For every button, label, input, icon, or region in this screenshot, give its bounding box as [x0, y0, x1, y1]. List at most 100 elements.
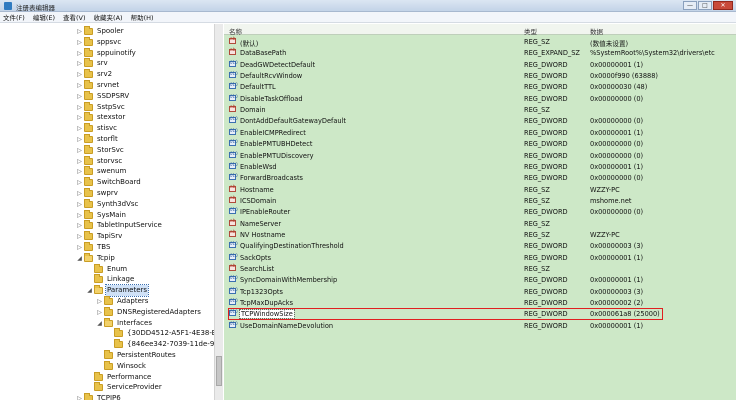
tree-node[interactable]: ▷ TapiSrv — [76, 231, 123, 242]
tree-node[interactable]: PersistentRoutes — [96, 350, 177, 361]
registry-value-row[interactable]: NV Hostname REG_SZ WZZY-PC — [224, 229, 736, 240]
registry-value-row[interactable]: DataBasePath REG_EXPAND_SZ %SystemRoot%\Sy… — [224, 47, 736, 58]
menu-view[interactable]: 查看(V) — [63, 12, 86, 22]
tree-node[interactable]: {846ee342-7039-11de-9d2f — [106, 339, 217, 350]
registry-value-row[interactable]: UseDomainNameDevolution REG_DWORD 0x000000… — [224, 320, 736, 331]
tree-node[interactable]: ◢ Parameters — [86, 284, 150, 298]
tree-node[interactable]: ▷ Synth3dVsc — [76, 198, 139, 210]
expand-arrow-icon[interactable]: ▷ — [76, 134, 83, 145]
registry-value-row[interactable]: Domain REG_SZ — [224, 104, 736, 115]
expand-arrow-icon[interactable]: ▷ — [76, 156, 83, 167]
registry-value-row[interactable]: ForwardBroadcasts REG_DWORD 0x00000000 (0) — [224, 172, 736, 183]
tree-node[interactable]: ▷ storvsc — [76, 155, 123, 167]
registry-value-row[interactable]: EnablePMTUBHDetect REG_DWORD 0x00000000 (0… — [224, 138, 736, 149]
expand-arrow-icon[interactable]: ▷ — [76, 102, 83, 113]
tree-scrollbar-thumb[interactable] — [216, 356, 222, 386]
expand-arrow-icon[interactable]: ▷ — [76, 220, 83, 231]
expand-arrow-icon[interactable]: ▷ — [76, 123, 83, 134]
tree-node[interactable]: ServiceProvider — [86, 382, 163, 393]
tree-node[interactable]: ▷ StorSvc — [76, 144, 125, 156]
tree-node[interactable]: ▷ sppsvc — [76, 36, 122, 48]
registry-value-row[interactable]: SyncDomainWithMembership REG_DWORD 0x00000… — [224, 274, 736, 285]
expand-arrow-icon[interactable]: ▷ — [76, 242, 83, 253]
registry-value-row[interactable]: DeadGWDetectDefault REG_DWORD 0x00000001 (… — [224, 59, 736, 70]
expand-arrow-icon[interactable]: ▷ — [76, 69, 83, 80]
tree-vertical-scrollbar[interactable] — [214, 24, 223, 400]
expand-arrow-icon[interactable]: ▷ — [76, 231, 83, 242]
registry-value-row[interactable]: (默认)REG_SZ(数值未设置) — [224, 36, 736, 48]
tree-node[interactable]: Linkage — [86, 274, 135, 285]
tree-node[interactable]: ▷ srvnet — [76, 80, 120, 91]
registry-value-row[interactable]: EnablePMTUDiscovery REG_DWORD 0x00000000 (… — [224, 150, 736, 161]
expand-arrow-icon[interactable]: ▷ — [96, 307, 103, 318]
expand-arrow-icon[interactable]: ▷ — [76, 210, 83, 221]
menu-file[interactable]: 文件(F) — [3, 12, 25, 22]
registry-value-row[interactable]: ICSDomain REG_SZ mshome.net — [224, 195, 736, 206]
tree-node[interactable]: ▷ SysMain — [76, 209, 127, 221]
collapse-arrow-icon[interactable]: ◢ — [86, 285, 93, 296]
registry-value-row[interactable]: Hostname REG_SZ WZZY-PC — [224, 184, 736, 195]
tree-node[interactable]: ▷ srv2 — [76, 69, 113, 80]
expand-arrow-icon[interactable]: ▷ — [76, 166, 83, 177]
expand-arrow-icon[interactable]: ▷ — [76, 112, 83, 123]
column-header-name[interactable]: 名称 — [229, 26, 242, 36]
tree-node[interactable]: ▷ stisvc — [76, 123, 118, 134]
tree-node[interactable]: ▷ Spooler — [76, 26, 125, 37]
registry-value-row[interactable]: TcpMaxDupAcks REG_DWORD 0x00000002 (2) — [224, 297, 736, 308]
tree-node[interactable]: ▷ SwitchBoard — [76, 177, 142, 188]
tree-node[interactable]: ▷ srv — [76, 58, 109, 69]
tree-node[interactable]: ▷ swprv — [76, 188, 119, 199]
close-button[interactable]: ✕ — [713, 1, 733, 10]
registry-value-row[interactable]: DisableTaskOffload REG_DWORD 0x00000000 (0… — [224, 93, 736, 104]
tree-node[interactable]: ▷ TabletInputService — [76, 220, 163, 231]
tree-node[interactable]: ▷ SstpSvc — [76, 101, 126, 113]
title-bar[interactable]: 注册表编辑器 — □ ✕ — [0, 0, 736, 12]
registry-value-row[interactable]: EnableWsd REG_DWORD 0x00000001 (1) — [224, 161, 736, 172]
registry-value-row[interactable]: QualifyingDestinationThreshold REG_DWORD 0… — [224, 240, 736, 251]
expand-arrow-icon[interactable]: ▷ — [96, 296, 103, 307]
tree-node[interactable]: ▷ storflt — [76, 134, 119, 145]
expand-arrow-icon[interactable]: ▷ — [76, 26, 83, 37]
collapse-arrow-icon[interactable]: ◢ — [96, 318, 103, 329]
tree-node[interactable]: {30DD4512-A5F1-4E38-B8C — [106, 328, 217, 339]
tree-node[interactable]: ▷ stexstor — [76, 112, 126, 123]
registry-key-tree[interactable]: ▷ Spooler ▷ sppsvc ▷ sppuinotify ▷ srv ▷ srv2 ▷ srv… — [0, 24, 218, 400]
tree-node[interactable]: ▷ TCPIP6 — [76, 393, 122, 400]
expand-arrow-icon[interactable]: ▷ — [76, 37, 83, 48]
registry-value-row[interactable]: EnableICMPRedirect REG_DWORD 0x00000001 (1… — [224, 127, 736, 138]
registry-values-list[interactable]: 名称 类型 数据 (默认)REG_SZ(数值未设置)DataBasePath RE… — [224, 24, 736, 400]
expand-arrow-icon[interactable]: ▷ — [76, 48, 83, 59]
registry-value-row[interactable]: DontAddDefaultGatewayDefault REG_DWORD 0x0… — [224, 115, 736, 126]
expand-arrow-icon[interactable]: ▷ — [76, 80, 83, 91]
tree-node[interactable]: ▷ sppuinotify — [76, 47, 137, 59]
expand-arrow-icon[interactable]: ▷ — [76, 199, 83, 210]
tree-node[interactable]: Performance — [86, 371, 152, 383]
tree-node[interactable]: ▷ TBS — [76, 242, 111, 253]
registry-value-row[interactable]: DefaultTTL REG_DWORD 0x00000030 (48) — [224, 81, 736, 92]
registry-value-row[interactable]: DefaultRcvWindow REG_DWORD 0x0000f990 (638… — [224, 70, 736, 81]
registry-value-row[interactable]: SearchList REG_SZ — [224, 263, 736, 274]
expand-arrow-icon[interactable]: ▷ — [76, 393, 83, 400]
tree-node[interactable]: ◢ Interfaces — [96, 317, 153, 329]
tree-node[interactable]: ◢ Tcpip — [76, 252, 116, 264]
expand-arrow-icon[interactable]: ▷ — [76, 145, 83, 156]
tree-node[interactable]: Enum — [86, 263, 128, 275]
registry-value-row[interactable]: Tcp1323Opts REG_DWORD 0x00000003 (3) — [224, 286, 736, 297]
tree-node[interactable]: ▷ swenum — [76, 166, 127, 177]
collapse-arrow-icon[interactable]: ◢ — [76, 253, 83, 264]
column-header-type[interactable]: 类型 — [524, 26, 537, 36]
registry-value-row[interactable]: SackOpts REG_DWORD 0x00000001 (1) — [224, 252, 736, 263]
tree-node[interactable]: ▷ SSDPSRV — [76, 90, 130, 102]
tree-node[interactable]: Winsock — [96, 360, 147, 372]
registry-value-row[interactable]: NameServer REG_SZ — [224, 218, 736, 229]
expand-arrow-icon[interactable]: ▷ — [76, 177, 83, 188]
menu-help[interactable]: 帮助(H) — [131, 12, 154, 22]
tree-node[interactable]: ▷ DNSRegisteredAdapters — [96, 306, 202, 318]
expand-arrow-icon[interactable]: ▷ — [76, 91, 83, 102]
column-header-data[interactable]: 数据 — [590, 26, 603, 36]
registry-value-row[interactable]: IPEnableRouter REG_DWORD 0x00000000 (0) — [224, 206, 736, 217]
maximize-button[interactable]: □ — [698, 1, 712, 10]
minimize-button[interactable]: — — [683, 1, 697, 10]
tree-node[interactable]: ▷ Adapters — [96, 296, 149, 307]
expand-arrow-icon[interactable]: ▷ — [76, 58, 83, 69]
